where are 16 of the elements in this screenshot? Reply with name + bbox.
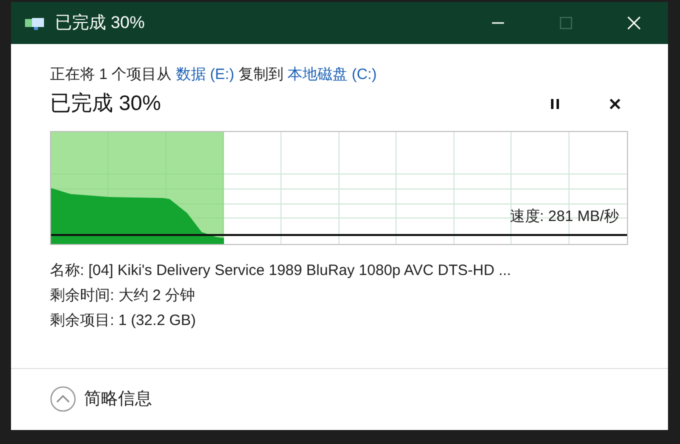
drive-link[interactable]: 本地磁盘 (C:) [288, 66, 377, 83]
progress-heading: 已完成 30% [50, 90, 161, 117]
window-title: 已完成 30% [55, 12, 145, 34]
close-icon [609, 98, 621, 110]
copy-summary: 正在将 1 个项目从 数据 (E:) 复制到 本地磁盘 (C:) [50, 65, 378, 85]
speed-label: 速度: 281 MB/秒 [510, 206, 619, 226]
detail-text: 剩余项目: 1 (32.2 GB) [50, 310, 197, 330]
close-icon [626, 15, 642, 31]
detail-text: 剩余时间: 大约 2 分钟 [50, 286, 196, 306]
detail-text: 名称: [04] Kiki's Delivery Service 1989 BluRay 1080p AVC DTS-HD ... [50, 260, 512, 280]
minimize-icon [492, 22, 504, 24]
summary-toggle[interactable]: 简略信息 [50, 386, 152, 412]
copy-icon [25, 16, 45, 30]
drive-link[interactable]: 数据 (E:) [176, 66, 234, 83]
pause-icon [549, 98, 561, 110]
maximize-icon [558, 15, 574, 31]
